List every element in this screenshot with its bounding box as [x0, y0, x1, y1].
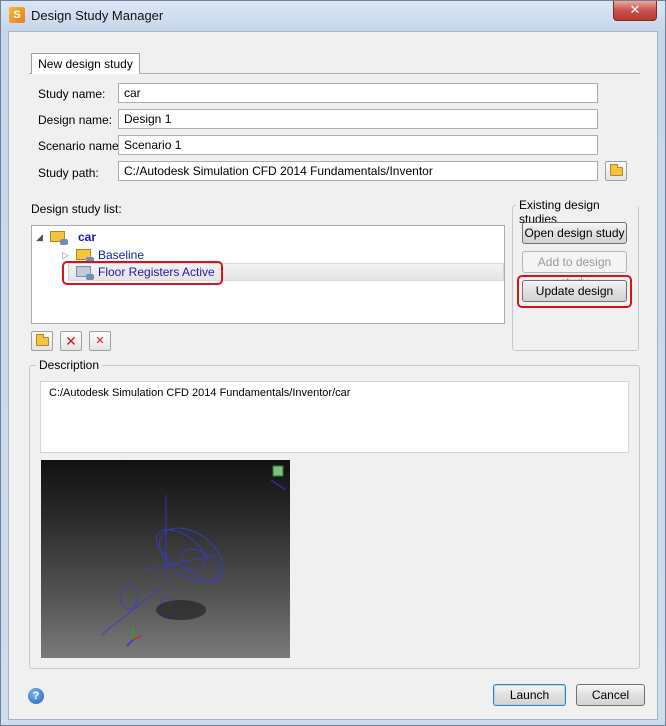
- delete-button[interactable]: ✕: [60, 331, 82, 351]
- study-folder-icon: [50, 231, 68, 245]
- close-button[interactable]: ✕: [613, 1, 657, 21]
- highlight-outline-tree-item: [62, 261, 223, 285]
- highlight-outline-update-button: [517, 275, 632, 308]
- window-title: Design Study Manager: [31, 8, 164, 23]
- open-folder-icon: [610, 164, 623, 176]
- car-shadow: [156, 600, 206, 620]
- app-icon: S: [9, 7, 25, 23]
- axis-triad-icon: [126, 628, 142, 647]
- study-name-label: Study name:: [38, 87, 106, 101]
- delete-x-icon: ✕: [65, 333, 77, 349]
- open-design-study-button[interactable]: Open design study: [522, 222, 627, 244]
- cancel-button[interactable]: Cancel: [576, 684, 645, 706]
- model-preview-image: [41, 460, 290, 658]
- view-cube-icon: [270, 465, 287, 491]
- tree-root-label: car: [78, 230, 97, 244]
- design-name-field[interactable]: Design 1: [118, 109, 598, 129]
- design-folder-icon: [76, 249, 94, 263]
- study-path-field[interactable]: C:/Autodesk Simulation CFD 2014 Fundamen…: [118, 161, 598, 181]
- browse-path-button[interactable]: [605, 161, 627, 181]
- study-path-label: Study path:: [38, 166, 99, 180]
- delete-multiple-icon: ✕: [95, 335, 105, 347]
- delete-all-button[interactable]: ✕: [89, 331, 111, 351]
- study-name-field[interactable]: car: [118, 83, 598, 103]
- dialog-window: S Design Study Manager ✕ New design stud…: [0, 0, 666, 726]
- add-to-design-study-button[interactable]: Add to design study: [522, 251, 627, 289]
- title-bar[interactable]: S Design Study Manager ✕: [1, 1, 665, 31]
- launch-button[interactable]: Launch: [493, 684, 566, 706]
- scenario-name-field[interactable]: Scenario 1: [118, 135, 598, 155]
- help-icon[interactable]: ?: [28, 688, 44, 704]
- expand-arrow-icon[interactable]: ◢: [36, 228, 43, 246]
- dialog-client-area: New design study Study name: car Design …: [8, 31, 658, 720]
- open-study-button[interactable]: [31, 331, 53, 351]
- description-text: C:/Autodesk Simulation CFD 2014 Fundamen…: [40, 381, 629, 453]
- design-name-label: Design name:: [38, 113, 113, 127]
- tab-new-design-study[interactable]: New design study: [31, 53, 140, 74]
- open-folder-icon: [36, 334, 49, 346]
- scenario-name-label: Scenario name:: [38, 139, 123, 153]
- description-title: Description: [36, 358, 103, 372]
- design-study-list-label: Design study list:: [31, 202, 122, 216]
